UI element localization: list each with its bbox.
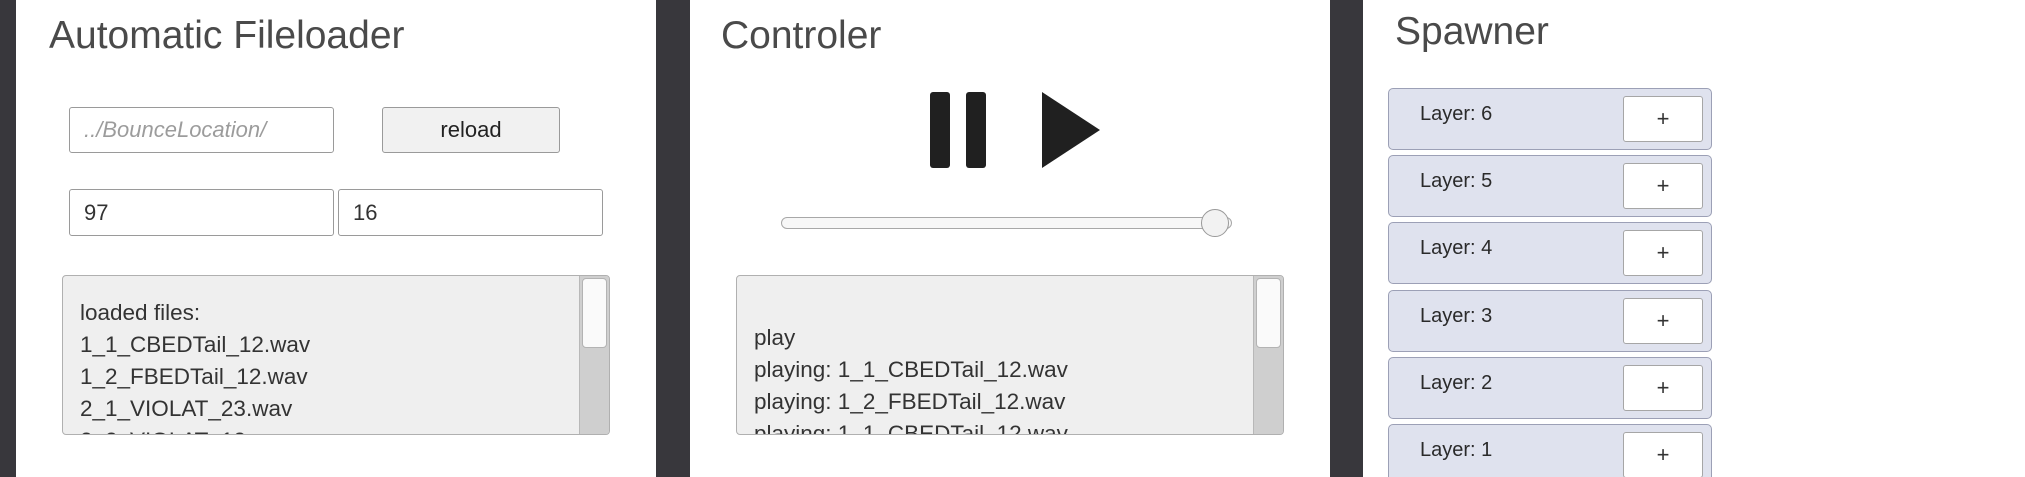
layer-row-6: Layer: 6 + xyxy=(1388,88,1712,150)
controller-log-list: play playing: 1_1_CBEDTail_12.wav playin… xyxy=(754,290,1068,435)
reload-button[interactable]: reload xyxy=(382,107,560,153)
log-line: playing: 1_1_CBEDTail_12.wav xyxy=(754,421,1068,435)
add-layer-button[interactable]: + xyxy=(1623,432,1703,477)
number-field-b[interactable]: 16 xyxy=(338,189,603,236)
pause-icon[interactable] xyxy=(930,92,990,168)
path-input[interactable]: ../BounceLocation/ xyxy=(69,107,334,153)
layer-label: Layer: 5 xyxy=(1420,170,1493,192)
loaded-files-log[interactable]: loaded files: 1_1_CBEDTail_12.wav 1_2_FB… xyxy=(62,275,610,435)
log-line: 2_1_VIOLAT_23.wav xyxy=(80,396,293,421)
layer-label: Layer: 2 xyxy=(1420,372,1493,394)
layer-label: Layer: 6 xyxy=(1420,103,1493,125)
fileloader-panel: Automatic Fileloader ../BounceLocation/ … xyxy=(16,0,656,477)
layer-row-3: Layer: 3 + xyxy=(1388,290,1712,352)
log-line: play xyxy=(754,325,796,350)
layer-row-5: Layer: 5 + xyxy=(1388,155,1712,217)
scrollbar-thumb[interactable] xyxy=(1256,278,1281,348)
spawner-panel: Spawner Layer: 6 + Layer: 5 + Layer: 4 +… xyxy=(1363,0,2025,477)
play-icon[interactable] xyxy=(1042,92,1102,168)
fileloader-title: Automatic Fileloader xyxy=(49,14,405,57)
add-layer-button[interactable]: + xyxy=(1623,163,1703,209)
position-slider[interactable] xyxy=(781,217,1232,229)
number-field-a[interactable]: 97 xyxy=(69,189,334,236)
scrollbar-thumb[interactable] xyxy=(582,278,607,348)
layer-label: Layer: 4 xyxy=(1420,237,1493,259)
layer-row-2: Layer: 2 + xyxy=(1388,357,1712,419)
log-scrollbar[interactable] xyxy=(1253,276,1283,434)
add-layer-button[interactable]: + xyxy=(1623,96,1703,142)
loaded-files-list: loaded files: 1_1_CBEDTail_12.wav 1_2_FB… xyxy=(80,297,311,434)
layer-label: Layer: 3 xyxy=(1420,305,1493,327)
position-slider-thumb[interactable] xyxy=(1200,209,1229,237)
log-line: 2_2_VIOLAT_12.wav xyxy=(80,425,310,434)
log-line: playing: 1_2_FBEDTail_12.wav xyxy=(754,389,1066,414)
controller-panel: Controler play playing: 1_1_CBEDTail_12.… xyxy=(690,0,1330,477)
log-scrollbar[interactable] xyxy=(579,276,609,434)
log-line: loaded files: xyxy=(80,300,201,325)
log-line: playing: 1_1_CBEDTail_12.wav xyxy=(754,357,1068,382)
log-line: 1_1_CBEDTail_12.wav xyxy=(80,332,311,357)
log-line: 1_2_FBEDTail_12.wav xyxy=(80,364,308,389)
add-layer-button[interactable]: + xyxy=(1623,298,1703,344)
add-layer-button[interactable]: + xyxy=(1623,230,1703,276)
layer-row-4: Layer: 4 + xyxy=(1388,222,1712,284)
controller-title: Controler xyxy=(721,14,882,57)
add-layer-button[interactable]: + xyxy=(1623,365,1703,411)
layer-label: Layer: 1 xyxy=(1420,439,1493,461)
path-placeholder: ../BounceLocation/ xyxy=(84,117,267,142)
controller-log[interactable]: play playing: 1_1_CBEDTail_12.wav playin… xyxy=(736,275,1284,435)
spawner-title: Spawner xyxy=(1395,10,1549,53)
layer-row-1: Layer: 1 + xyxy=(1388,424,1712,477)
